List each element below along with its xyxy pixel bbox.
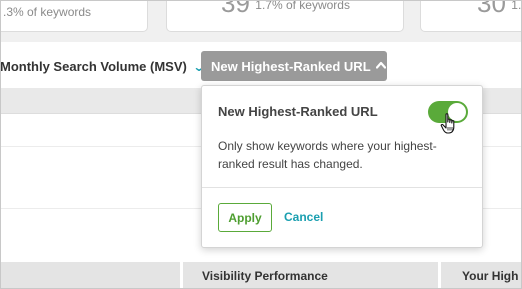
column-separator [180,262,183,289]
popover-divider [202,187,482,188]
stat-card-text: 1.3 [511,0,522,12]
column-header-your-highest[interactable]: Your High [462,269,518,283]
hand-cursor-icon [440,113,455,134]
stat-card-value: 39 [221,0,250,18]
new-highest-ranked-url-filter-button[interactable]: New Highest-Ranked URL [201,51,387,81]
url-filter-popover: New Highest-Ranked URL Only show keyword… [201,85,483,248]
popover-description: Only show keywords where your highest-ra… [218,139,437,171]
stat-card: .3% of keywords [0,0,148,32]
stat-card: 30 1.3 [420,0,522,32]
msv-filter-label: Monthly Search Volume (MSV) [0,59,187,74]
table-header-row: Visibility Performance Your High [0,262,522,289]
cancel-button[interactable]: Cancel [284,210,323,224]
msv-filter[interactable]: Monthly Search Volume (MSV) ⌄ [0,59,206,74]
stat-card-value: 30 [477,0,506,18]
stat-card-text: 1.7% of keywords [255,0,350,12]
chevron-up-icon [375,60,386,72]
column-separator [438,262,441,289]
filter-bar: Monthly Search Volume (MSV) ⌄ New Highes… [0,42,522,88]
popover-title: New Highest-Ranked URL [218,104,378,119]
stat-card-text-wrap: 39 1.7% of keywords [221,0,350,19]
apply-button[interactable]: Apply [218,203,272,232]
stat-card: 39 1.7% of keywords [166,0,404,32]
url-filter-label: New Highest-Ranked URL [211,58,371,74]
column-header-visibility-performance[interactable]: Visibility Performance [202,269,328,283]
stat-cards: .3% of keywords 39 1.7% of keywords 30 1… [0,0,522,42]
stat-card-text: .3% of keywords [3,5,92,19]
stat-card-text-wrap: 30 1.3 [477,0,522,19]
